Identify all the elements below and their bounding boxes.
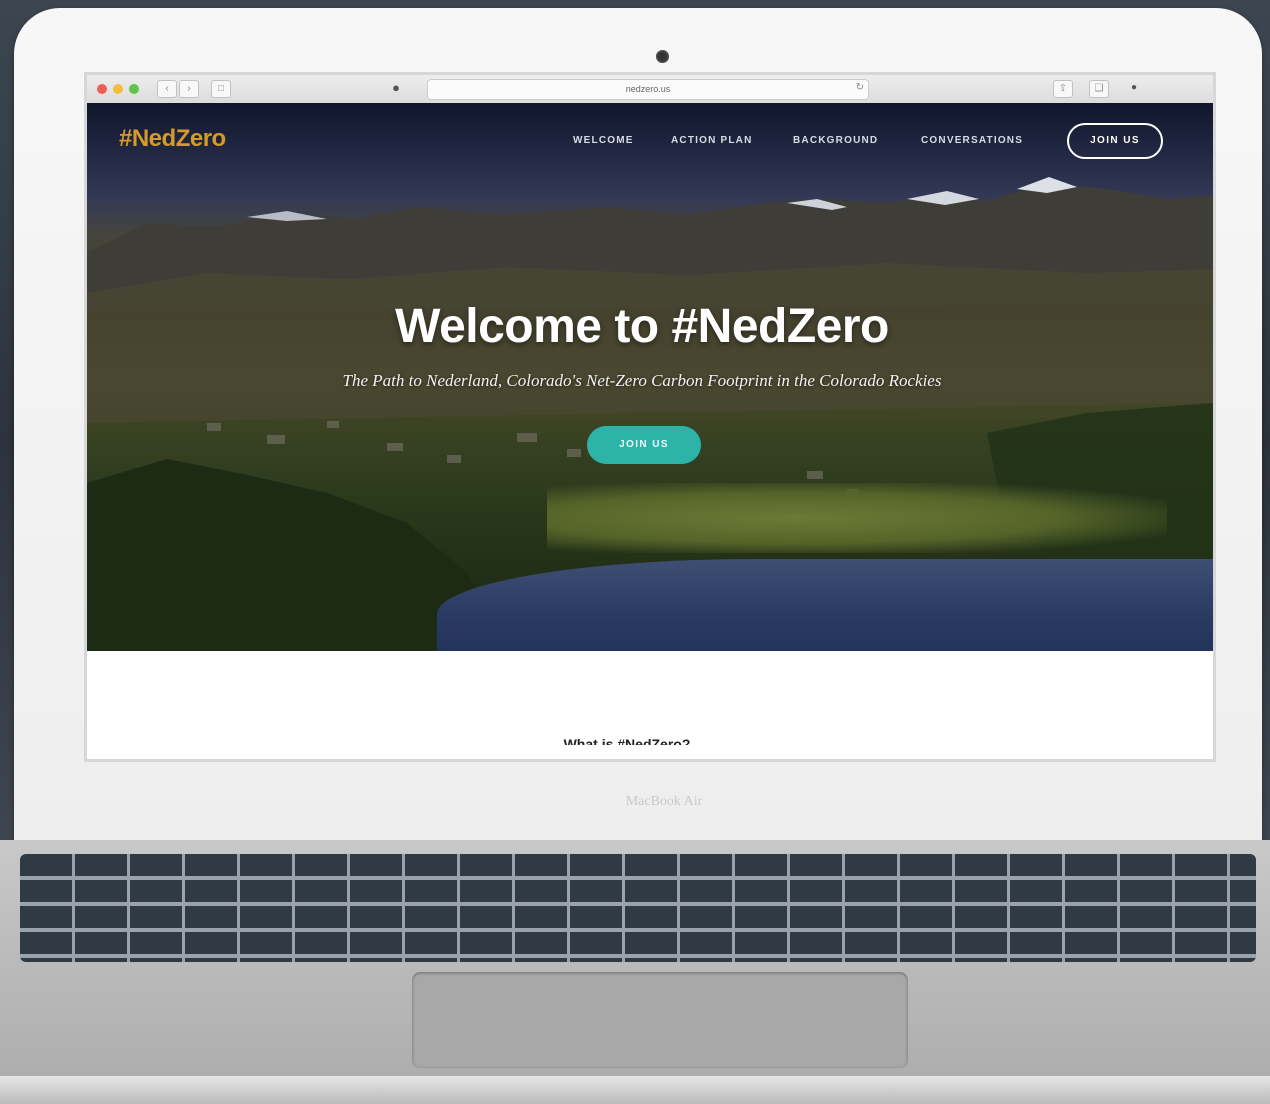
browser-toolbar: ‹ › □ ● nedzero.us ↻ ⇧ ❏ ●: [87, 75, 1213, 104]
nav-conversations[interactable]: CONVERSATIONS: [921, 135, 1023, 146]
site-logo[interactable]: #NedZero: [119, 125, 226, 153]
keyboard: [20, 854, 1256, 962]
camera-icon: [656, 50, 669, 63]
hero-subtitle: The Path to Nederland, Colorado's Net-Ze…: [342, 371, 942, 390]
download-icon[interactable]: ●: [1125, 80, 1143, 96]
maximize-window-button[interactable]: [129, 84, 139, 94]
privacy-icon[interactable]: ●: [387, 80, 405, 96]
tabs-icon[interactable]: ❏: [1089, 80, 1109, 98]
back-button[interactable]: ‹: [157, 80, 177, 98]
share-icon[interactable]: ⇧: [1053, 80, 1073, 98]
device-label: MacBook Air: [625, 794, 703, 809]
nav-action-plan[interactable]: ACTION PLAN: [671, 135, 753, 146]
section-heading: What is #NedZero?: [563, 736, 691, 745]
close-window-button[interactable]: [97, 84, 107, 94]
nav-background[interactable]: BACKGROUND: [793, 135, 878, 146]
join-us-cta-button[interactable]: JOIN US: [587, 426, 701, 464]
trackpad: [412, 972, 908, 1068]
reload-icon[interactable]: ↻: [851, 80, 869, 96]
sidebar-icon[interactable]: □: [211, 80, 231, 98]
laptop-front-edge: [0, 1076, 1270, 1104]
address-bar[interactable]: nedzero.us: [427, 79, 869, 100]
nav-welcome[interactable]: WELCOME: [573, 135, 634, 146]
minimize-window-button[interactable]: [113, 84, 123, 94]
laptop-screen: ‹ › □ ● nedzero.us ↻ ⇧ ❏ ● #NedZero WELC…: [84, 72, 1216, 762]
join-us-nav-button[interactable]: JOIN US: [1067, 123, 1163, 159]
lake: [437, 559, 1213, 651]
laptop-keyboard-deck: [0, 840, 1270, 1080]
green-field: [547, 483, 1167, 553]
forward-button[interactable]: ›: [179, 80, 199, 98]
hero-title: Welcome to #NedZero: [395, 300, 889, 353]
hero-section: #NedZero WELCOME ACTION PLAN BACKGROUND …: [87, 103, 1213, 651]
